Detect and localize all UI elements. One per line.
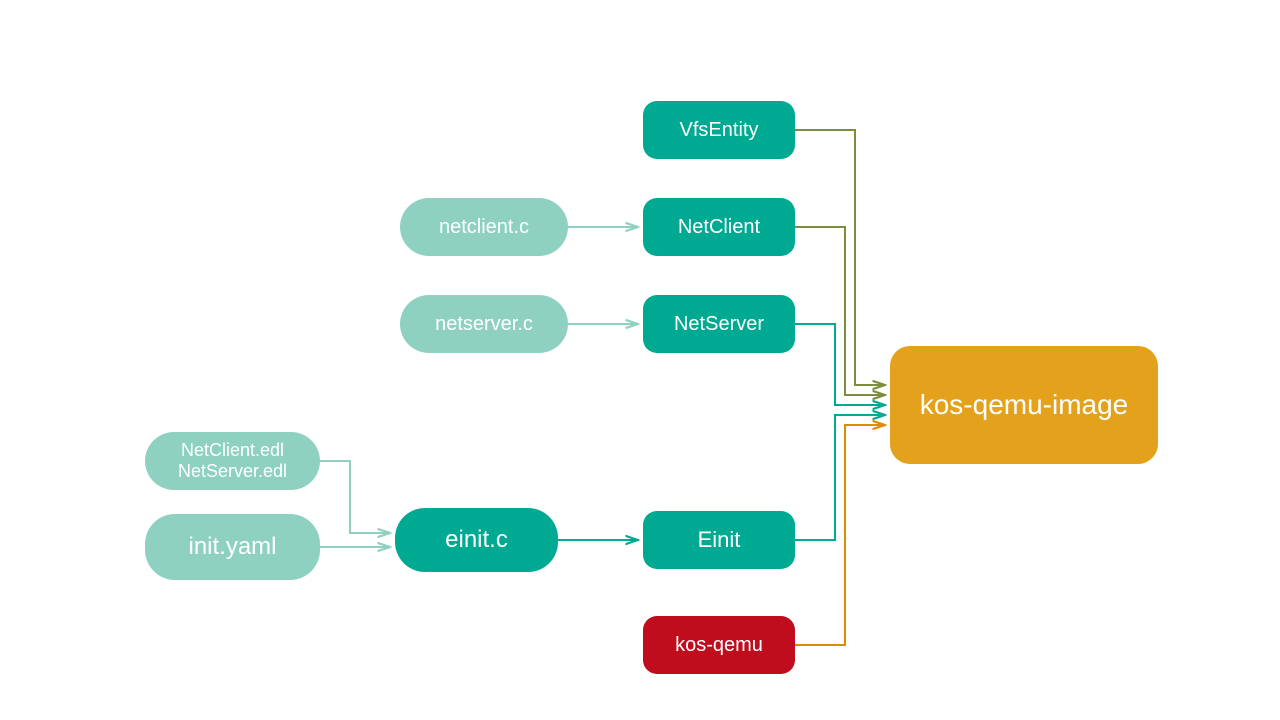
node-kos-qemu-image: kos-qemu-image xyxy=(890,346,1158,464)
node-edl-files: NetClient.edl NetServer.edl xyxy=(145,432,320,490)
node-einit: Einit xyxy=(643,511,795,569)
node-vfsentity: VfsEntity xyxy=(643,101,795,159)
edl-line2: NetServer.edl xyxy=(178,461,287,482)
node-netclient: NetClient xyxy=(643,198,795,256)
node-netserver: NetServer xyxy=(643,295,795,353)
netserver-c-label: netserver.c xyxy=(435,313,533,336)
node-einit-c: einit.c xyxy=(395,508,558,572)
netclient-c-label: netclient.c xyxy=(439,216,529,239)
netserver-label: NetServer xyxy=(674,313,764,336)
node-init-yaml: init.yaml xyxy=(145,514,320,580)
vfsentity-label: VfsEntity xyxy=(680,119,759,142)
init-yaml-label: init.yaml xyxy=(188,533,276,561)
edl-line1: NetClient.edl xyxy=(181,440,284,461)
kos-qemu-label: kos-qemu xyxy=(675,634,763,657)
node-netclient-c: netclient.c xyxy=(400,198,568,256)
einit-label: Einit xyxy=(698,527,741,553)
netclient-label: NetClient xyxy=(678,216,760,239)
einit-c-label: einit.c xyxy=(445,526,508,554)
node-kos-qemu: kos-qemu xyxy=(643,616,795,674)
kos-qemu-image-label: kos-qemu-image xyxy=(920,389,1129,421)
node-netserver-c: netserver.c xyxy=(400,295,568,353)
